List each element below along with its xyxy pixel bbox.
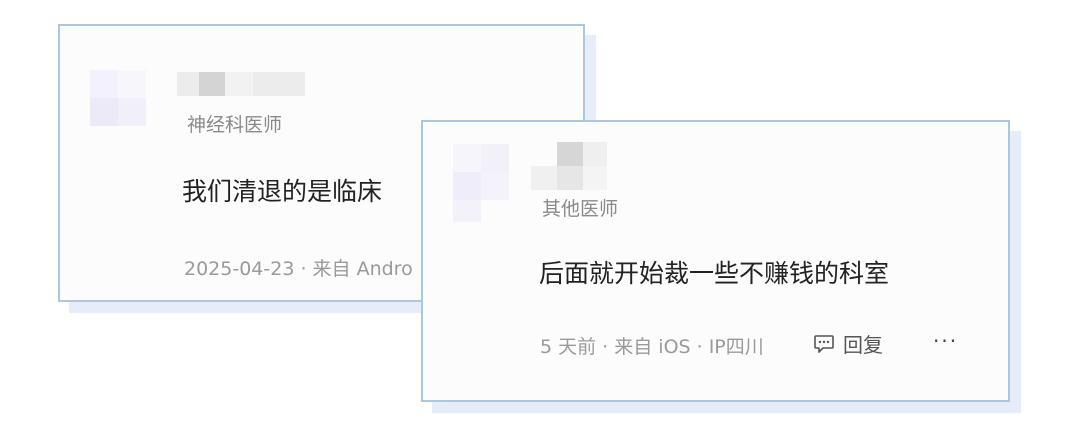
more-options-icon[interactable]: ··· bbox=[933, 329, 958, 353]
comment-text: 后面就开始裁一些不赚钱的科室 bbox=[539, 259, 890, 288]
author-role: 神经科医师 bbox=[187, 114, 283, 136]
comment-meta: 5 天前 · 来自 iOS · IP四川 bbox=[540, 336, 764, 358]
comment-meta: 2025-04-23 · 来自 Andro bbox=[184, 258, 413, 280]
reply-button[interactable]: 回复 bbox=[813, 329, 883, 358]
comment-icon bbox=[813, 333, 835, 355]
comment-text: 我们清退的是临床 bbox=[182, 177, 383, 206]
author-role: 其他医师 bbox=[542, 198, 619, 220]
comment-card: 其他医师 后面就开始裁一些不赚钱的科室 5 天前 · 来自 iOS · IP四川… bbox=[421, 120, 1010, 402]
reply-label: 回复 bbox=[843, 333, 883, 357]
